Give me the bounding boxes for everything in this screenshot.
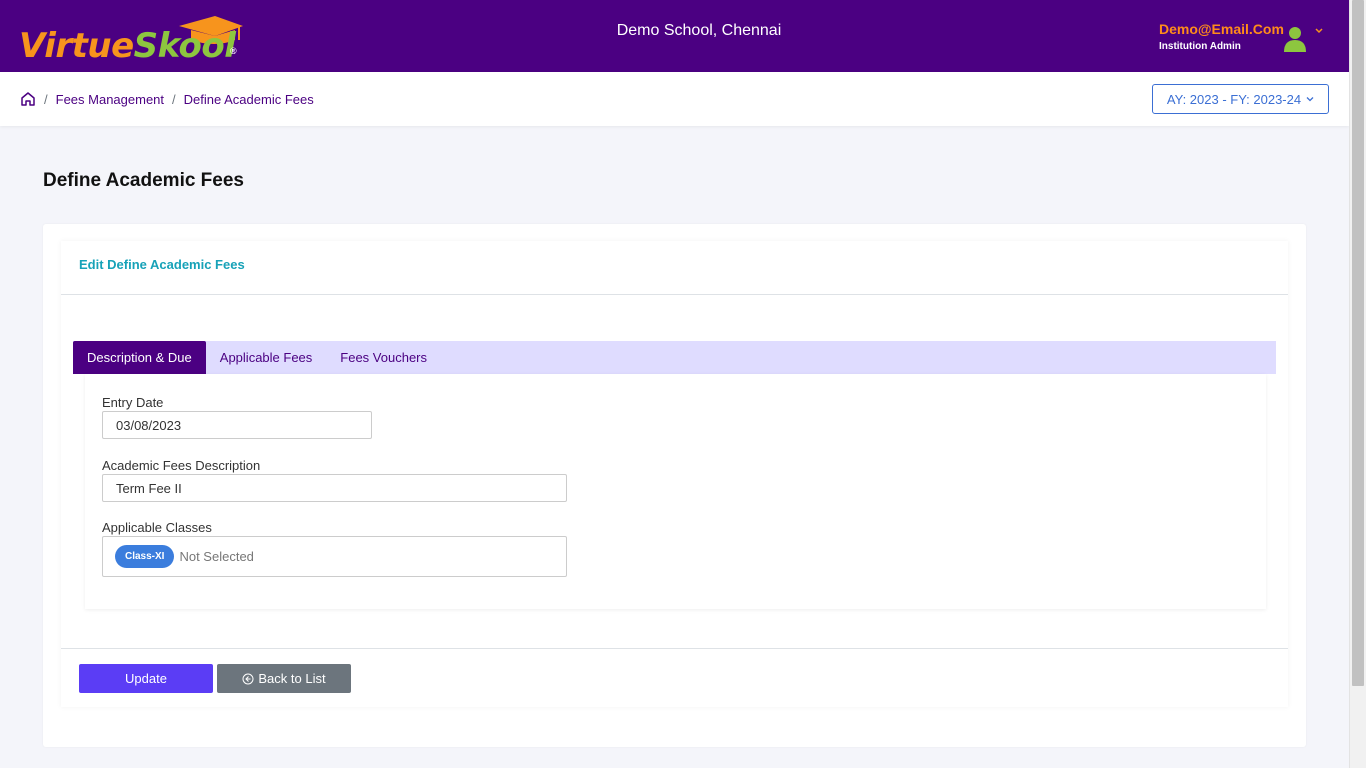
chevron-down-icon (1306, 97, 1314, 102)
entry-date-value: 03/08/2023 (116, 417, 182, 433)
page-scrollbar[interactable] (1349, 0, 1366, 768)
applicable-classes-select[interactable]: Class-XI Not Selected (102, 536, 567, 577)
home-icon[interactable] (20, 91, 36, 107)
update-button[interactable]: Update (79, 664, 213, 693)
description-label: Academic Fees Description (102, 458, 261, 473)
card-header: Edit Define Academic Fees (61, 241, 1288, 295)
tab-applicable-fees[interactable]: Applicable Fees (206, 341, 327, 374)
breadcrumb-bar: / Fees Management / Define Academic Fees… (0, 72, 1349, 126)
breadcrumb-current: Define Academic Fees (183, 91, 314, 107)
entry-date-label: Entry Date (102, 395, 164, 410)
class-chip[interactable]: Class-XI (115, 545, 175, 568)
footer-divider (61, 648, 1288, 649)
top-navbar: VirtueSkool ® Demo School, Chennai Demo@… (0, 0, 1349, 72)
breadcrumb-separator: / (172, 91, 176, 107)
breadcrumb: / Fees Management / Define Academic Fees (20, 91, 314, 107)
description-due-pane: Entry Date 03/08/2023 Academic Fees Desc… (85, 374, 1266, 609)
classes-placeholder: Not Selected (179, 549, 254, 564)
academic-year-selector[interactable]: AY: 2023 - FY: 2023-24 (1152, 84, 1329, 114)
user-role: Institution Admin (1159, 41, 1241, 52)
back-to-list-button[interactable]: Back to List (217, 664, 351, 693)
content-card: Edit Define Academic Fees Description & … (43, 224, 1306, 747)
applicable-classes-label: Applicable Classes (102, 520, 212, 535)
entry-date-input[interactable]: 03/08/2023 (102, 411, 372, 439)
breadcrumb-separator: / (44, 91, 48, 107)
back-arrow-circle-icon (242, 673, 254, 684)
edit-form-card: Edit Define Academic Fees Description & … (61, 241, 1288, 707)
user-avatar-icon[interactable] (1284, 26, 1306, 52)
tab-fees-vouchers[interactable]: Fees Vouchers (326, 341, 441, 374)
card-title: Edit Define Academic Fees (79, 257, 245, 272)
description-input[interactable]: Term Fee II (102, 474, 567, 502)
user-email: Demo@Email.Com (1159, 21, 1284, 37)
chevron-down-icon[interactable] (1314, 26, 1324, 36)
registered-mark: ® (230, 46, 237, 56)
breadcrumb-fees-management[interactable]: Fees Management (56, 92, 164, 107)
update-label: Update (125, 671, 167, 686)
scrollbar-thumb[interactable] (1352, 0, 1364, 686)
academic-year-label: AY: 2023 - FY: 2023-24 (1166, 91, 1302, 107)
form-tabs: Description & Due Applicable Fees Fees V… (73, 341, 1276, 374)
description-value: Term Fee II (116, 480, 182, 496)
page-title: Define Academic Fees (43, 170, 244, 191)
back-to-list-label: Back to List (258, 671, 326, 686)
tab-description-due[interactable]: Description & Due (73, 341, 206, 374)
user-info[interactable]: Demo@Email.Com Institution Admin (1159, 21, 1284, 52)
